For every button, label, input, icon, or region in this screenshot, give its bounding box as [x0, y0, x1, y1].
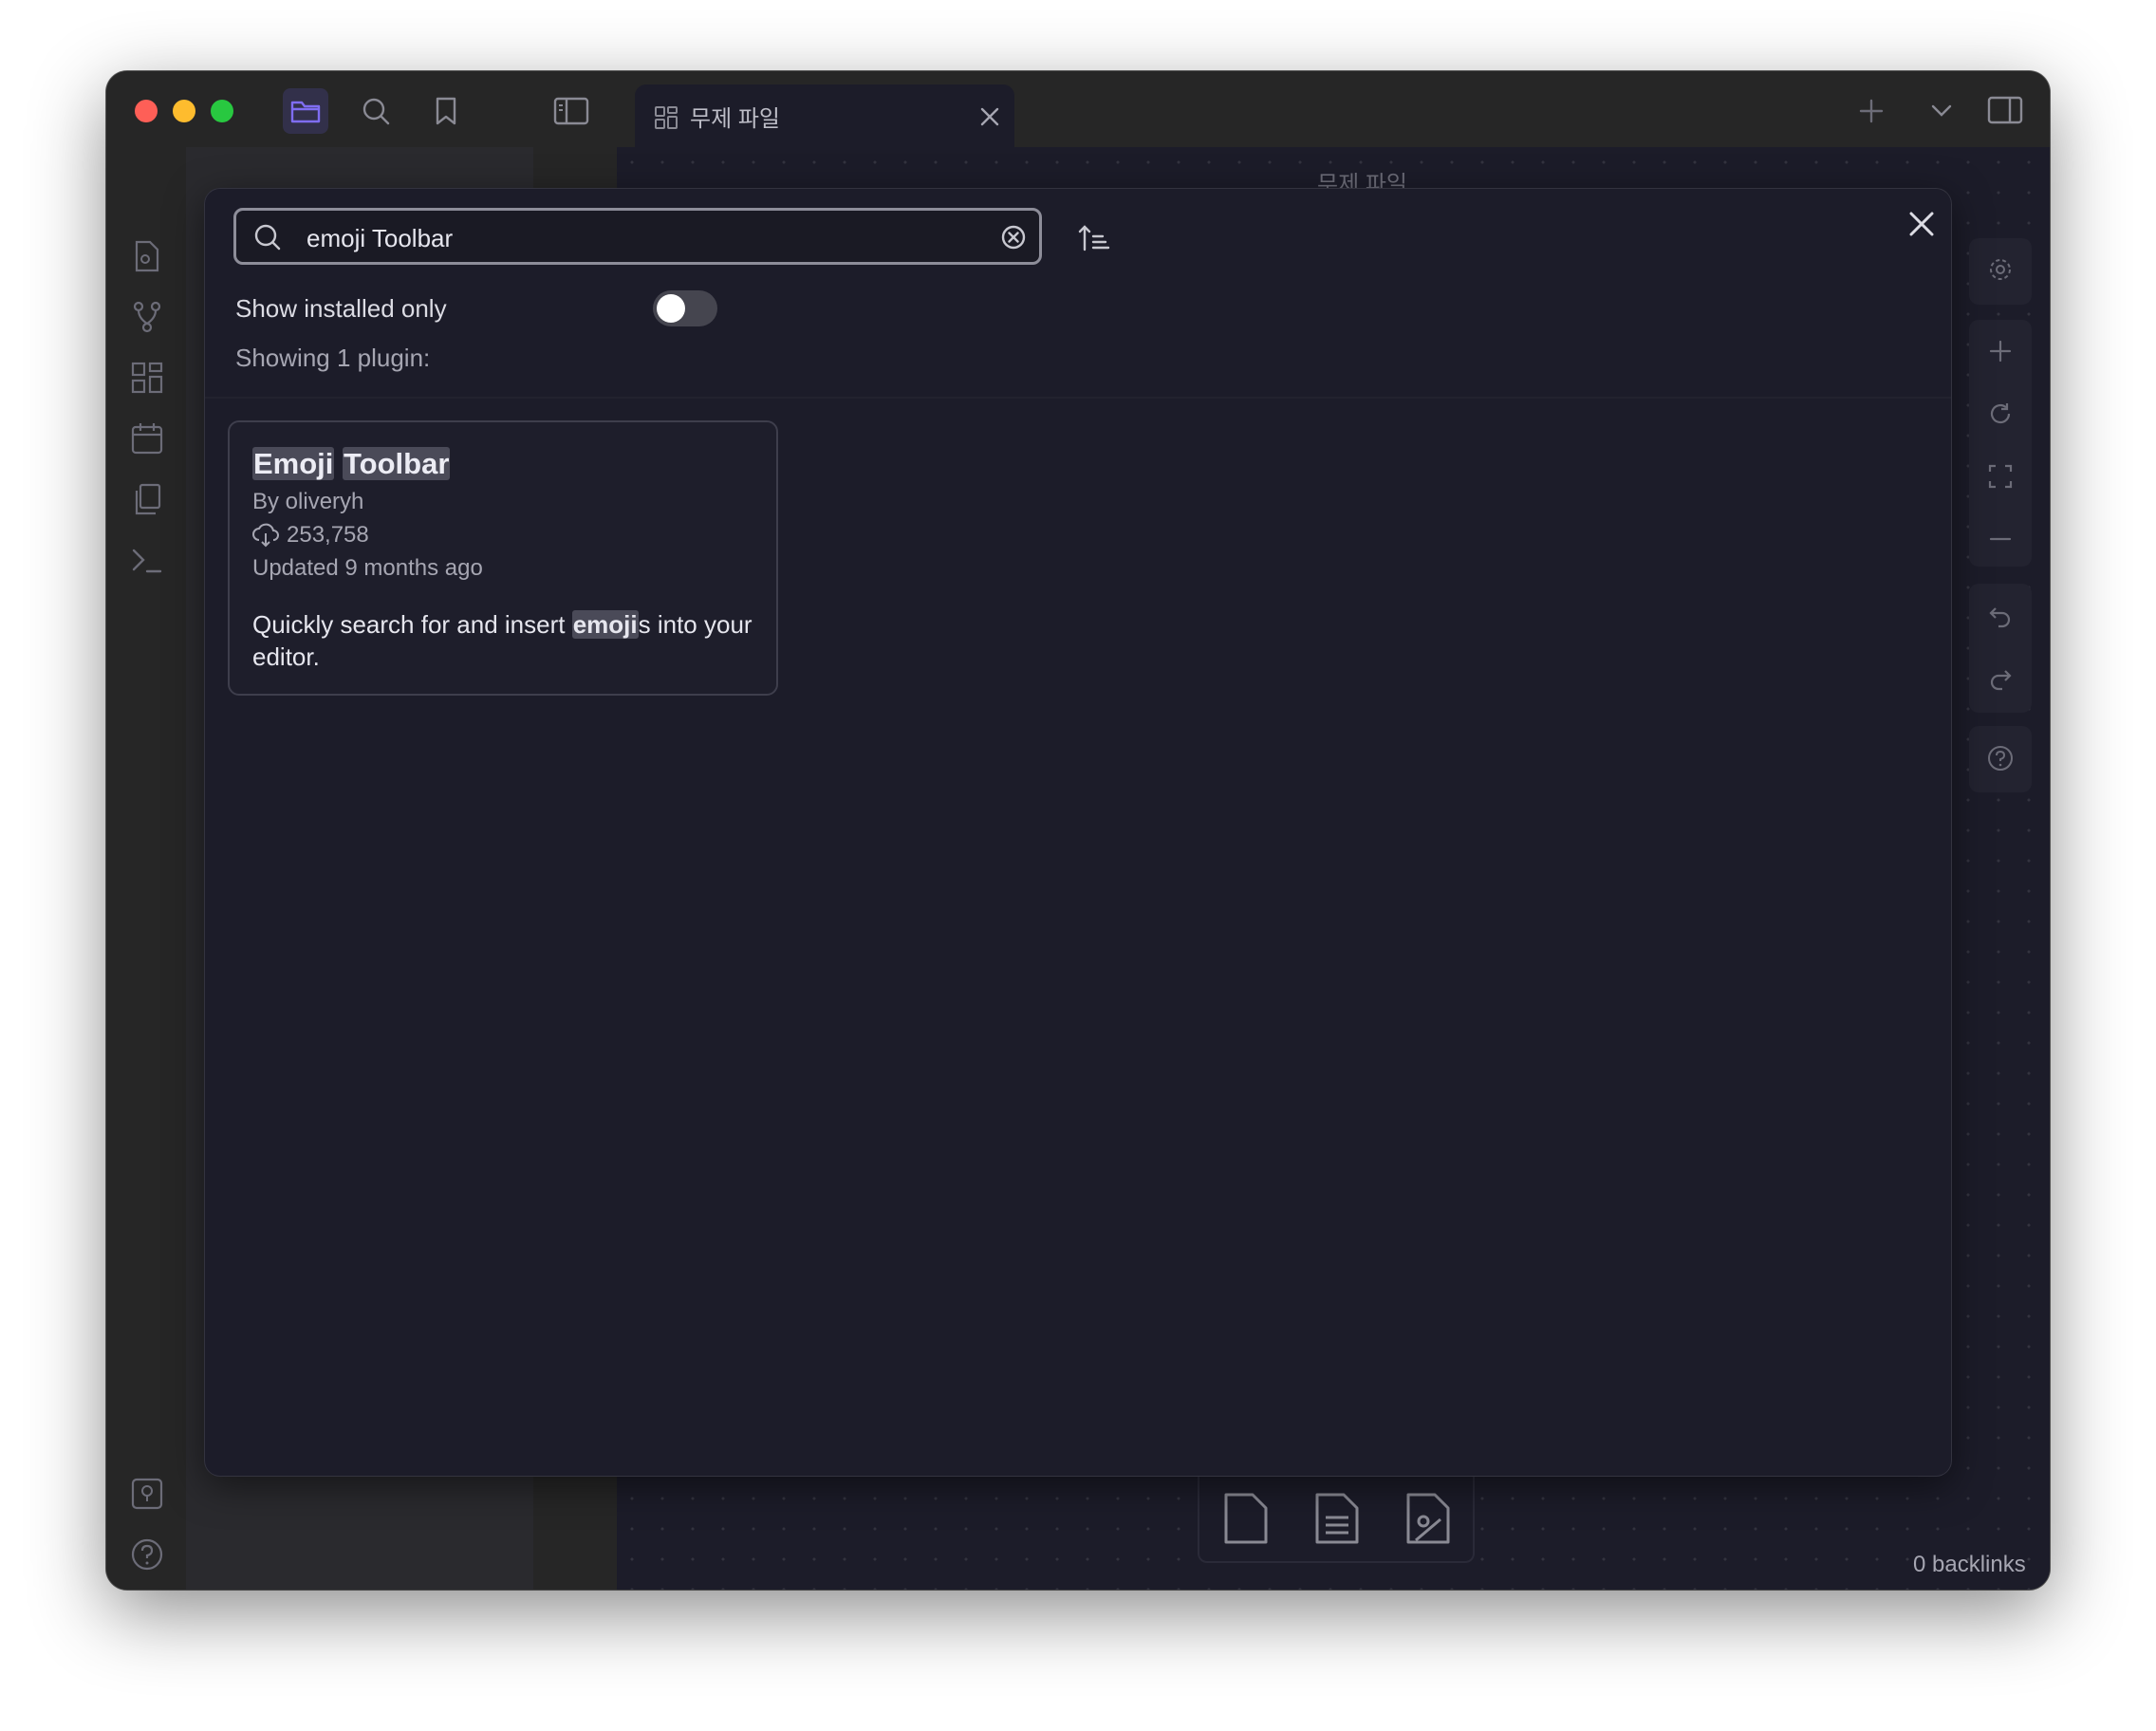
tab-title: 무제 파일: [690, 106, 780, 132]
add-media-icon[interactable]: [1403, 1491, 1454, 1546]
ribbon: [106, 147, 186, 1590]
plugin-card[interactable]: Emoji Toolbar By oliveryh 253,758 Update…: [228, 420, 778, 696]
calendar-icon[interactable]: [129, 420, 165, 456]
close-modal-icon[interactable]: [1907, 210, 1936, 238]
copy-icon[interactable]: [129, 481, 165, 517]
canvas-zoom-group: [1969, 320, 2032, 567]
plugin-title-highlight: Toolbar: [343, 447, 451, 480]
file-search-icon[interactable]: [129, 238, 165, 274]
toggle-knob: [657, 294, 685, 323]
minimize-window-button[interactable]: [173, 100, 195, 122]
desc-text: Quickly search for and insert: [252, 610, 572, 639]
sidebar-right-icon[interactable]: [1987, 96, 2023, 124]
help-icon[interactable]: [129, 1536, 165, 1573]
plugin-search-box: [233, 208, 1042, 265]
new-tab-icon[interactable]: [1858, 98, 1885, 124]
app-window: 무제 파일 무제 파일 0 backlinks emoji Toolbar Sh…: [106, 71, 2050, 1590]
file-explorer-button[interactable]: [283, 88, 328, 134]
canvas-help-group: [1969, 726, 2032, 792]
tab-untitled[interactable]: 무제 파일: [635, 84, 1014, 147]
plugin-updated: Updated 9 months ago: [252, 555, 483, 581]
folder-icon: [290, 101, 321, 123]
canvas-icon[interactable]: [129, 360, 165, 396]
plugin-author: By oliveryh: [252, 489, 364, 514]
plugin-search-input[interactable]: [305, 220, 973, 256]
sort-icon[interactable]: [1078, 223, 1110, 253]
title-bar: 무제 파일: [106, 71, 2050, 147]
zoom-in-icon[interactable]: [1988, 339, 2013, 363]
redo-icon[interactable]: [1988, 667, 2013, 692]
desc-highlight: emoji: [571, 610, 639, 639]
git-branch-icon[interactable]: [129, 299, 165, 335]
plugin-title-highlight: Emoji: [252, 447, 335, 480]
show-installed-toggle[interactable]: [653, 290, 717, 326]
canvas-settings-group: [1969, 238, 2032, 305]
reset-zoom-icon[interactable]: [1988, 401, 2013, 426]
vault-icon[interactable]: [129, 1476, 165, 1512]
toggle-left-sidebar-button[interactable]: [548, 88, 594, 134]
add-note-icon[interactable]: [1311, 1491, 1363, 1546]
download-cloud-icon: [252, 523, 279, 548]
show-installed-label: Show installed only: [235, 294, 447, 323]
canvas-history-group: [1969, 584, 2032, 713]
search-icon: [362, 98, 390, 125]
plugin-description: Quickly search for and insert emojis int…: [252, 608, 765, 673]
bookmark-icon: [436, 97, 456, 125]
chevron-down-icon[interactable]: [1930, 103, 1953, 119]
help-icon[interactable]: [1987, 745, 2014, 772]
add-card-icon[interactable]: [1220, 1491, 1272, 1546]
canvas-icon: [655, 106, 678, 129]
search-icon: [254, 224, 281, 251]
close-tab-icon[interactable]: [978, 105, 1001, 128]
close-window-button[interactable]: [135, 100, 158, 122]
zoom-out-icon[interactable]: [1988, 527, 2013, 551]
backlinks-count[interactable]: 0 backlinks: [1913, 1552, 2026, 1578]
plugin-downloads: 253,758: [287, 522, 369, 548]
community-plugins-modal: Show installed only Showing 1 plugin: Em…: [205, 189, 1951, 1476]
settings-gear-icon[interactable]: [1986, 255, 2015, 284]
result-count: Showing 1 plugin:: [235, 344, 431, 372]
canvas-card-toolbar: [1198, 1476, 1475, 1563]
undo-icon[interactable]: [1988, 605, 2013, 629]
search-button[interactable]: [353, 88, 399, 134]
sidebar-left-icon: [553, 97, 589, 125]
fit-view-icon[interactable]: [1988, 464, 2013, 489]
maximize-window-button[interactable]: [211, 100, 233, 122]
bookmarks-button[interactable]: [423, 88, 469, 134]
divider: [205, 397, 1951, 399]
clear-search-icon[interactable]: [1001, 225, 1026, 250]
plugin-title: Emoji Toolbar: [252, 447, 451, 481]
terminal-icon[interactable]: [129, 542, 165, 578]
